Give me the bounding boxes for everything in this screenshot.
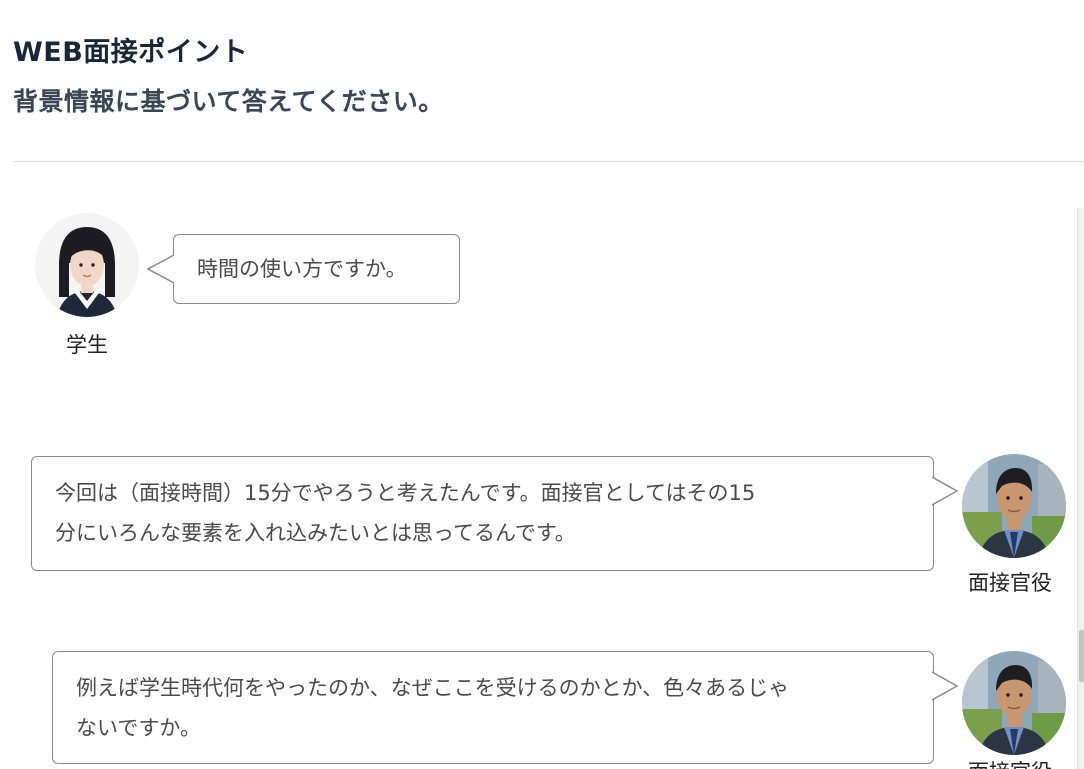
message-text-line: ないですか。 <box>76 716 201 740</box>
message-bubble: 時間の使い方ですか。 <box>147 234 460 304</box>
scrollbar[interactable] <box>1077 208 1084 769</box>
speaker-name: 面接官役 <box>968 756 1052 769</box>
interview-page: WEB面接ポイント 背景情報に基づいて答えてください。 学生 時間の使い方ですか… <box>0 0 1084 769</box>
bubble-tail <box>147 254 175 284</box>
interviewer-avatar-icon <box>962 651 1066 755</box>
message-text-line: 分にいろんな要素を入れ込みたいとは思ってるんです。 <box>55 521 576 545</box>
page-subtitle: 背景情報に基づいて答えてください。 <box>13 87 444 116</box>
interviewer-avatar-icon <box>962 454 1066 558</box>
message-text-line: 例えば学生時代何をやったのか、なぜここを受けるのかとか、色々あるじゃ <box>76 676 790 700</box>
bubble-tail <box>932 476 958 506</box>
student-avatar-icon <box>35 213 139 317</box>
message-text: 時間の使い方ですか。 <box>197 257 407 281</box>
message-bubble: 今回は（面接時間）15分でやろうと考えたんです。面接官としてはその15 分にいろ… <box>31 456 958 571</box>
bubble-tail <box>932 671 958 701</box>
header-divider <box>13 161 1084 162</box>
scrollbar-thumb[interactable] <box>1079 630 1084 682</box>
page-title: WEB面接ポイント <box>13 37 249 68</box>
message-text-line: 今回は（面接時間）15分でやろうと考えたんです。面接官としてはその15 <box>55 481 756 505</box>
speaker-name: 面接官役 <box>968 571 1052 595</box>
speaker-name: 学生 <box>66 333 108 357</box>
message-bubble: 例えば学生時代何をやったのか、なぜここを受けるのかとか、色々あるじゃ ないですか… <box>52 651 958 764</box>
